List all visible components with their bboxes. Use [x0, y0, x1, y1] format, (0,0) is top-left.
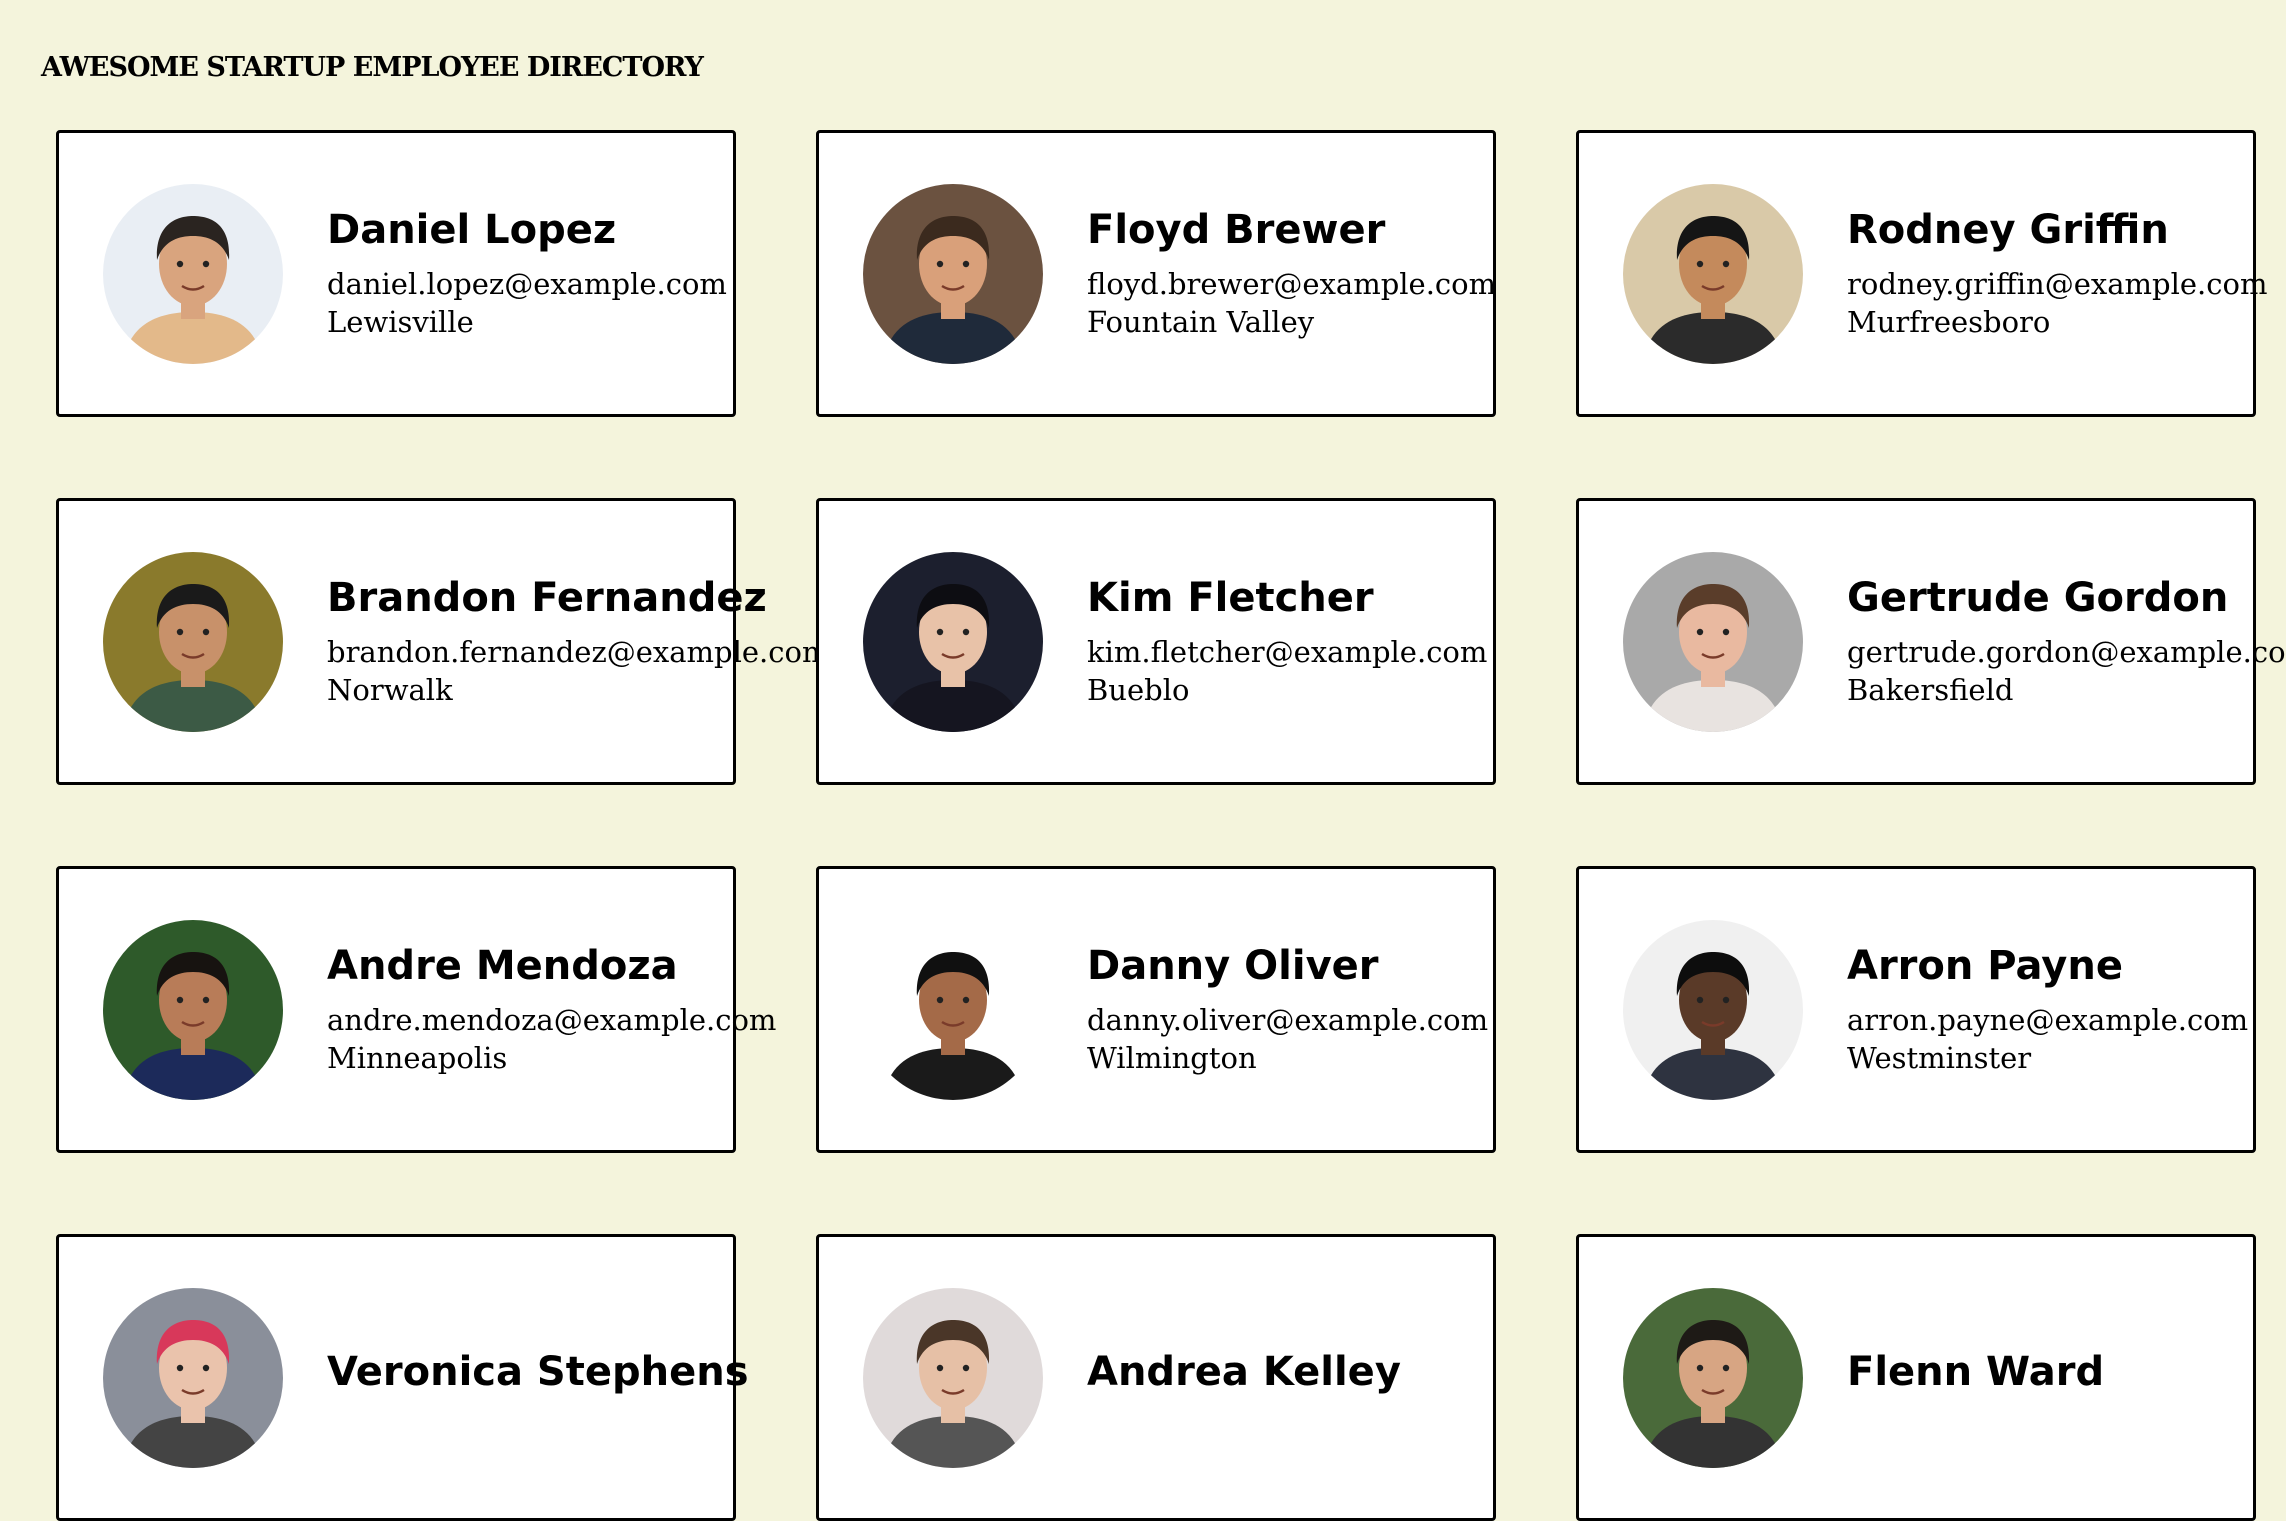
employee-city: Minneapolis — [327, 1040, 508, 1075]
employee-card[interactable]: Daniel Lopez daniel.lopez@example.com Le… — [56, 130, 736, 417]
employee-avatar — [1623, 183, 1803, 364]
employee-avatar — [103, 183, 283, 364]
employee-card[interactable]: Brandon Fernandez brandon.fernandez@exam… — [56, 498, 829, 785]
employee-name: Veronica Stephens — [327, 1348, 749, 1395]
employee-name: Gertrude Gordon — [1847, 574, 2229, 621]
employee-avatar — [863, 1287, 1043, 1468]
employee-grid: Daniel Lopez daniel.lopez@example.com Le… — [56, 130, 2286, 1521]
employee-card[interactable]: Danny Oliver danny.oliver@example.com Wi… — [816, 866, 1496, 1153]
employee-city: Lewisville — [327, 304, 474, 339]
employee-city: Norwalk — [327, 672, 453, 707]
employee-card[interactable]: Andre Mendoza andre.mendoza@example.com … — [56, 866, 776, 1153]
employee-email: arron.payne@example.com — [1847, 1002, 2249, 1037]
employee-avatar — [1623, 551, 1803, 732]
employee-city: Bakersfield — [1847, 672, 2014, 707]
employee-avatar — [103, 1287, 283, 1468]
portrait-image — [863, 183, 1043, 364]
portrait-image — [103, 1287, 283, 1468]
employee-avatar — [863, 183, 1043, 364]
employee-card[interactable]: Kim Fletcher kim.fletcher@example.com Bu… — [816, 498, 1496, 785]
employee-avatar — [863, 919, 1043, 1100]
employee-city: Murfreesboro — [1847, 304, 2051, 339]
portrait-image — [103, 551, 283, 732]
employee-email: rodney.griffin@example.com — [1847, 266, 2268, 301]
page-title: AWESOME STARTUP EMPLOYEE DIRECTORY — [41, 52, 704, 83]
employee-city: Fountain Valley — [1087, 304, 1315, 339]
portrait-image — [1623, 1287, 1803, 1468]
employee-name: Kim Fletcher — [1087, 574, 1374, 621]
portrait-image — [863, 551, 1043, 732]
portrait-image — [1623, 919, 1803, 1100]
portrait-image — [1623, 183, 1803, 364]
employee-name: Arron Payne — [1847, 942, 2123, 989]
employee-card[interactable]: Veronica Stephens — [56, 1234, 749, 1521]
portrait-image — [863, 1287, 1043, 1468]
employee-avatar — [1623, 919, 1803, 1100]
portrait-image — [103, 183, 283, 364]
employee-avatar — [1623, 1287, 1803, 1468]
employee-name: Andrea Kelley — [1087, 1348, 1401, 1395]
employee-city: Bueblo — [1087, 672, 1190, 707]
employee-name: Rodney Griffin — [1847, 206, 2169, 253]
employee-email: brandon.fernandez@example.com — [327, 634, 830, 669]
employee-name: Danny Oliver — [1087, 942, 1379, 989]
employee-city: Westminster — [1847, 1040, 2032, 1075]
employee-card[interactable]: Floyd Brewer floyd.brewer@example.com Fo… — [816, 130, 1496, 417]
employee-name: Floyd Brewer — [1087, 206, 1386, 253]
employee-name: Flenn Ward — [1847, 1348, 2105, 1395]
employee-card[interactable]: Gertrude Gordon gertrude.gordon@example.… — [1576, 498, 2286, 785]
employee-city: Wilmington — [1087, 1040, 1257, 1075]
employee-card[interactable]: Flenn Ward — [1576, 1234, 2256, 1521]
portrait-image — [1623, 551, 1803, 732]
employee-card[interactable]: Andrea Kelley — [816, 1234, 1496, 1521]
employee-avatar — [863, 551, 1043, 732]
portrait-image — [863, 919, 1043, 1100]
employee-name: Brandon Fernandez — [327, 574, 767, 621]
employee-name: Daniel Lopez — [327, 206, 617, 253]
employee-card[interactable]: Arron Payne arron.payne@example.com West… — [1576, 866, 2256, 1153]
employee-avatar — [103, 919, 283, 1100]
employee-email: danny.oliver@example.com — [1087, 1002, 1489, 1037]
employee-email: floyd.brewer@example.com — [1087, 266, 1497, 301]
employee-name: Andre Mendoza — [327, 942, 678, 989]
employee-email: kim.fletcher@example.com — [1087, 634, 1488, 669]
employee-email: gertrude.gordon@example.com — [1847, 634, 2286, 669]
employee-email: daniel.lopez@example.com — [327, 266, 727, 301]
employee-avatar — [103, 551, 283, 732]
employee-email: andre.mendoza@example.com — [327, 1002, 777, 1037]
employee-card[interactable]: Rodney Griffin rodney.griffin@example.co… — [1576, 130, 2267, 417]
portrait-image — [103, 919, 283, 1100]
